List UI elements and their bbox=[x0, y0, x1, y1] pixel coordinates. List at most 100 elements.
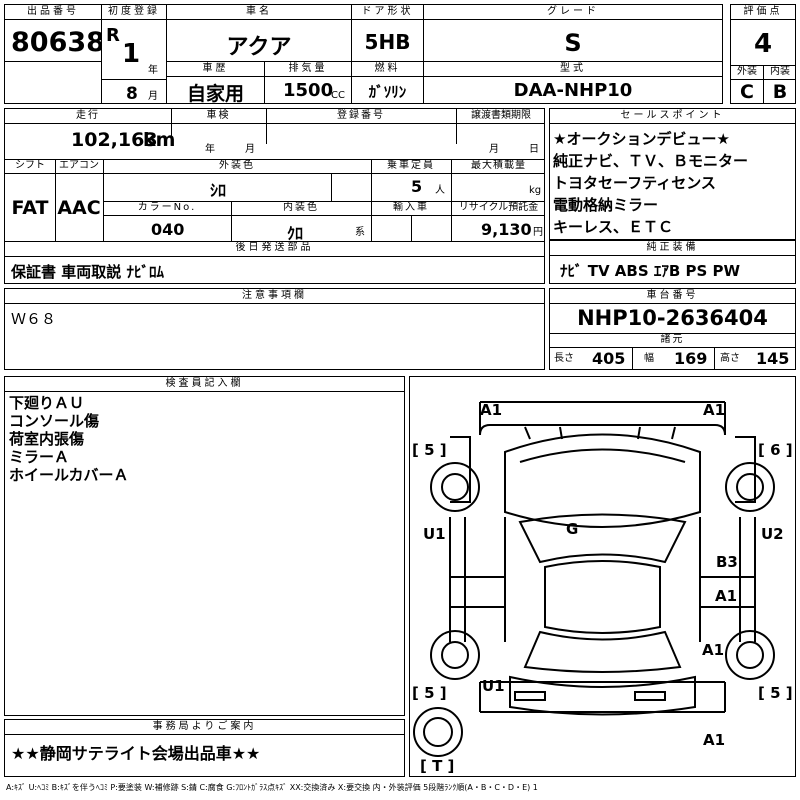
mileage-label: 走行 bbox=[76, 110, 100, 121]
inspector-item: ホイールカバーＡ bbox=[9, 466, 129, 484]
equipment: ﾅﾋﾞ TV ABS ｴｱB PS PW bbox=[560, 262, 741, 280]
model: DAA-NHP10 bbox=[513, 80, 633, 101]
displacement-label: 排気量 bbox=[265, 62, 351, 77]
inspector-item: ミラーＡ bbox=[9, 448, 70, 466]
history-box: 車歴 自家用 bbox=[166, 61, 265, 105]
mark-trunk: [ T ] bbox=[420, 757, 455, 775]
mark-right-quarter: A1 bbox=[715, 587, 738, 605]
era-mark: R bbox=[106, 25, 120, 46]
exterior-label: 外装 bbox=[737, 66, 757, 77]
ac: AAC bbox=[57, 197, 101, 219]
later-parts-label: 後日発送部品 bbox=[235, 242, 314, 253]
shift: FAT bbox=[11, 197, 49, 219]
transfer-day-unit: 日 bbox=[529, 144, 541, 155]
interior-grade: B bbox=[772, 81, 788, 103]
height-label: 高さ bbox=[720, 353, 740, 364]
lot-number: 80638 bbox=[11, 27, 105, 58]
mark-glass: G bbox=[566, 520, 579, 538]
mark-tire-fr: [ 6 ] bbox=[758, 441, 793, 459]
import-label: 輸入車 bbox=[393, 202, 429, 213]
first-reg-label: 初度登録 bbox=[102, 5, 166, 20]
max-load-label: 最大積載量 bbox=[471, 160, 526, 171]
inspection-label: 車検 bbox=[206, 110, 231, 121]
inspection-month-unit: 月 bbox=[245, 144, 257, 155]
year-unit: 年 bbox=[148, 65, 160, 76]
recycle-unit: 円 bbox=[533, 227, 543, 238]
car-name: アクア bbox=[226, 35, 292, 60]
inspector-list: 下廻りＡＵ コンソール傷 荷室内張傷 ミラーＡ ホイールカバーＡ bbox=[9, 394, 129, 484]
width: 169 bbox=[674, 349, 708, 368]
capacity: 5 bbox=[411, 177, 423, 196]
inspector-item: コンソール傷 bbox=[9, 412, 100, 430]
sales-points-list: ★オークションデビュー★ 純正ナビ、ＴＶ、Ｂモニター トヨタセーフティセンス 電… bbox=[553, 130, 748, 236]
legend: A:ｷｽﾞ U:ﾍｺﾐ B:ｷｽﾞを伴うﾍｺﾐ P:要塗装 W:補修跡 S:錆 … bbox=[6, 783, 538, 792]
ext-color-label: 外装色 bbox=[219, 160, 255, 171]
shift-label: シフト bbox=[15, 160, 45, 171]
mark-left-rear: U1 bbox=[482, 677, 505, 695]
chassis-number: NHP10-2636404 bbox=[577, 306, 768, 330]
color-no: 040 bbox=[151, 220, 185, 239]
sales-points-box: セールスポイント ★オークションデビュー★ 純正ナビ、ＴＶ、Ｂモニター トヨタセ… bbox=[549, 108, 796, 240]
score-label: 評価点 bbox=[731, 5, 795, 20]
lot-number-label: 出品番号 bbox=[5, 5, 101, 20]
displacement-unit: CC bbox=[331, 90, 345, 101]
equipment-box: 純正装備 ﾅﾋﾞ TV ABS ｴｱB PS PW bbox=[549, 240, 796, 284]
chassis-box: 車台番号 NHP10-2636404 諸元 長さ 405 幅 169 高さ 14… bbox=[549, 288, 796, 370]
lot-number-box: 出品番号 80638 bbox=[4, 4, 105, 104]
first-registration-box: 初度登録 R 1 年 8 月 bbox=[101, 4, 167, 104]
mark-tire-fl: [ 5 ] bbox=[412, 441, 447, 459]
mark-right-rear: A1 bbox=[702, 641, 725, 659]
door-label: ドア形状 bbox=[352, 5, 423, 20]
mark-right-rear-door: B3 bbox=[716, 553, 738, 571]
fuel: ｶﾞｿﾘﾝ bbox=[368, 83, 407, 101]
fuel-label: 燃料 bbox=[352, 62, 423, 77]
fuel-box: 燃料 ｶﾞｿﾘﾝ bbox=[351, 61, 424, 104]
transfer-label: 譲渡書類期限 bbox=[471, 110, 531, 121]
history-label: 車歴 bbox=[167, 62, 264, 77]
month-unit: 月 bbox=[148, 91, 160, 102]
reg-no-label: 登録番号 bbox=[337, 110, 385, 121]
score-box: 評価点 4 外装 内装 C B bbox=[730, 4, 796, 104]
ext-color: ｼﾛ bbox=[209, 181, 226, 200]
sales-point-item: 電動格納ミラー bbox=[553, 196, 659, 214]
grade-box: グレード S bbox=[423, 4, 723, 62]
mark-tire-rr: [ 5 ] bbox=[758, 684, 793, 702]
inspector-item: 下廻りＡＵ bbox=[9, 394, 85, 412]
mark-front-right: A1 bbox=[703, 401, 726, 419]
car-diagram-svg bbox=[413, 401, 775, 757]
ac-label: エアコン bbox=[59, 160, 99, 171]
inspection-year-unit: 年 bbox=[205, 144, 217, 155]
notes: Ｗ６８ bbox=[11, 310, 57, 328]
displacement: 1500 bbox=[283, 80, 334, 101]
inspector-box: 検査員記入欄 下廻りＡＵ コンソール傷 荷室内張傷 ミラーＡ ホイールカバーＡ bbox=[4, 376, 405, 716]
door-type-box: ドア形状 5HB bbox=[351, 4, 424, 62]
capacity-label: 乗車定員 bbox=[387, 160, 435, 171]
specs-block: 走行 車検 登録番号 譲渡書類期限 102,163 km 年 月 月 日 シフト… bbox=[4, 108, 545, 284]
length-label: 長さ bbox=[554, 353, 574, 364]
mileage-unit: km bbox=[143, 129, 176, 151]
transfer-month-unit: 月 bbox=[489, 144, 501, 155]
mark-left-side: U1 bbox=[423, 525, 446, 543]
office-box: 事務局よりご案内 ★★静岡サテライト会場出品車★★ bbox=[4, 719, 405, 777]
inspector-item: 荷室内張傷 bbox=[9, 430, 85, 448]
sales-point-item: キーレス、ＥＴＣ bbox=[553, 218, 674, 236]
equipment-label: 純正装備 bbox=[550, 241, 795, 256]
notes-label: 注意事項欄 bbox=[5, 289, 544, 304]
mark-front-left: A1 bbox=[480, 401, 503, 419]
sales-points-label: セールスポイント bbox=[550, 109, 795, 124]
width-label: 幅 bbox=[644, 353, 654, 364]
recycle: 9,130 bbox=[481, 220, 532, 239]
height: 145 bbox=[756, 349, 790, 368]
inspector-label: 検査員記入欄 bbox=[5, 377, 404, 392]
office-notice: ★★静岡サテライト会場出品車★★ bbox=[11, 744, 261, 763]
notes-box: 注意事項欄 Ｗ６８ bbox=[4, 288, 545, 370]
recycle-label: リサイクル預託金 bbox=[458, 202, 539, 213]
grade: S bbox=[564, 29, 582, 57]
length: 405 bbox=[592, 349, 626, 368]
model-box: 型式 DAA-NHP10 bbox=[423, 61, 723, 104]
interior-label: 内装 bbox=[770, 66, 790, 77]
damage-diagram: A1 A1 [ 5 ] [ 6 ] U1 U2 G B3 A1 A1 [ 5 ]… bbox=[409, 376, 796, 777]
reg-year: 1 bbox=[122, 39, 141, 69]
mark-tire-rl: [ 5 ] bbox=[412, 684, 447, 702]
sales-point-item: ★オークションデビュー★ bbox=[553, 130, 730, 148]
